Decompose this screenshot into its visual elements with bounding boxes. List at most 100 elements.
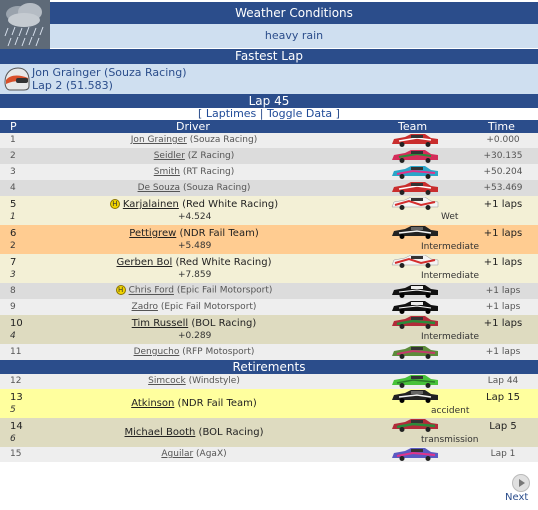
car-icon (391, 134, 439, 147)
driver-name-link[interactable]: Tim Russell (132, 318, 188, 329)
col-p: P (10, 120, 17, 133)
car-icon (391, 285, 439, 298)
time: +1 laps (483, 257, 523, 268)
driver-name-link[interactable]: Karjalainen (123, 199, 179, 210)
driver-team: (Epic Fail Motorsport) (160, 302, 257, 312)
time: Lap 44 (487, 376, 519, 386)
car-icon (391, 182, 439, 195)
driver-name-link[interactable]: Michael Booth (125, 427, 196, 438)
tyre-type: Intermediate (421, 242, 480, 252)
toggle-data-link[interactable]: Toggle Data (267, 107, 332, 120)
laptimes-link[interactable]: Laptimes (206, 107, 256, 120)
table-row: 9 Zadro (Epic Fail Motorsport) +1 laps (0, 299, 538, 315)
driver-name-link[interactable]: Atkinson (131, 398, 174, 409)
driver-team: (Red White Racing) (182, 199, 279, 210)
driver-cell: Aguilar (AgaX) (0, 449, 388, 459)
time: +1 laps (483, 199, 523, 210)
col-time: Time (488, 120, 515, 133)
driver-team: (Souza Racing) (182, 183, 251, 193)
fastest-lap-driver: Jon Grainger (Souza Racing) (32, 66, 187, 79)
class-position: 2 (10, 241, 16, 251)
driver-team: (Z Racing) (187, 151, 235, 161)
fastest-lap-time: Lap 2 (51.583) (32, 79, 113, 92)
coin-icon: H (115, 285, 126, 295)
driver-name-link[interactable]: Seidler (154, 151, 185, 161)
coin-icon: H (109, 199, 120, 209)
table-row: 8 H Chris Ford (Epic Fail Motorsport) +1 … (0, 283, 538, 299)
driver-cell: Zadro (Epic Fail Motorsport) (0, 302, 388, 312)
col-team: Team (398, 120, 428, 133)
car-icon (391, 448, 439, 461)
class-gap: +4.524 (178, 212, 212, 222)
class-gap: +7.859 (178, 270, 212, 280)
driver-cell: Jon Grainger (Souza Racing) (0, 135, 388, 145)
time: +0.000 (486, 135, 520, 145)
table-row: 5 H Karjalainen (Red White Racing) +1 lap… (0, 196, 538, 225)
table-row: 10 Tim Russell (BOL Racing) +1 laps 4 +0… (0, 315, 538, 344)
driver-team: (Souza Racing) (189, 135, 258, 145)
column-header: P Driver Team Time (0, 120, 538, 133)
helmet-icon (2, 66, 30, 92)
rain-cloud-icon (0, 0, 50, 50)
retirement-reason: transmission (421, 435, 479, 445)
driver-name-link[interactable]: Pettigrew (129, 228, 176, 239)
car-icon (391, 254, 439, 268)
table-row-highlighted: 6 Pettigrew (NDR Fail Team) +1 laps 2 +5… (0, 225, 538, 254)
time: +1 laps (485, 286, 521, 296)
driver-team: (NDR Fail Team) (177, 398, 257, 409)
car-icon (391, 316, 439, 329)
fastest-lap-title: Fastest Lap (0, 49, 538, 64)
driver-cell: H Chris Ford (Epic Fail Motorsport) (0, 285, 388, 296)
class-position: 3 (10, 270, 16, 280)
driver-cell: Michael Booth (BOL Racing) (0, 427, 388, 438)
car-icon (391, 346, 439, 359)
driver-name-link[interactable]: Chris Ford (129, 286, 174, 296)
time: +1 laps (483, 318, 523, 329)
table-row: 1 Jon Grainger (Souza Racing) +0.000 (0, 133, 538, 148)
class-gap: +5.489 (178, 241, 212, 251)
driver-team: (Windstyle) (188, 376, 240, 386)
driver-cell: Tim Russell (BOL Racing) (0, 318, 388, 329)
driver-cell: Seidler (Z Racing) (0, 151, 388, 161)
retirements-title: Retirements (0, 360, 538, 374)
driver-name-link[interactable]: Aguilar (161, 449, 193, 459)
driver-team: (BOL Racing) (191, 318, 257, 329)
driver-team: (BOL Racing) (198, 427, 264, 438)
next-link[interactable]: Next (505, 492, 528, 503)
class-position: 4 (10, 331, 16, 341)
driver-name-link[interactable]: Smith (154, 167, 180, 177)
table-row: 12 Simcock (Windstyle) Lap 44 (0, 374, 538, 389)
car-icon (391, 301, 439, 314)
time: +1 laps (485, 347, 521, 357)
driver-name-link[interactable]: Jon Grainger (131, 135, 187, 145)
link-separator: | (259, 107, 264, 120)
driver-cell: Pettigrew (NDR Fail Team) (0, 228, 388, 239)
driver-cell: De Souza (Souza Racing) (0, 183, 388, 193)
table-row: 11 Dengucho (RFP Motosport) +1 laps (0, 344, 538, 360)
driver-team: (Epic Fail Motorsport) (176, 285, 273, 296)
weather-title: Weather Conditions (50, 2, 538, 24)
car-icon (391, 226, 439, 239)
car-icon (391, 375, 439, 388)
retirement-reason: accident (431, 406, 470, 416)
weather-panel: Weather Conditions heavy rain (0, 0, 538, 50)
next-arrow-icon[interactable] (512, 474, 530, 492)
driver-team: (RT Racing) (182, 167, 235, 177)
driver-name-link[interactable]: Simcock (148, 376, 186, 386)
driver-name-link[interactable]: Dengucho (134, 347, 180, 357)
table-row: 7 Gerben Bol (Red White Racing) +1 laps … (0, 254, 538, 283)
col-driver: Driver (176, 120, 210, 133)
lap-links: [ Laptimes | Toggle Data ] (0, 108, 538, 120)
fastest-lap-panel: Jon Grainger (Souza Racing) Lap 2 (51.58… (0, 64, 538, 94)
time: +1 laps (485, 302, 521, 312)
driver-team: (RFP Motosport) (182, 347, 255, 357)
driver-cell: Dengucho (RFP Motosport) (0, 347, 388, 357)
bracket-open: [ (198, 107, 203, 120)
driver-name-link[interactable]: Zadro (132, 302, 158, 312)
driver-cell: Atkinson (NDR Fail Team) (0, 398, 388, 409)
car-icon (391, 196, 439, 210)
driver-name-link[interactable]: Gerben Bol (116, 257, 172, 268)
driver-name-link[interactable]: De Souza (138, 183, 181, 193)
time: Lap 15 (486, 392, 520, 403)
driver-cell: H Karjalainen (Red White Racing) (0, 199, 388, 210)
